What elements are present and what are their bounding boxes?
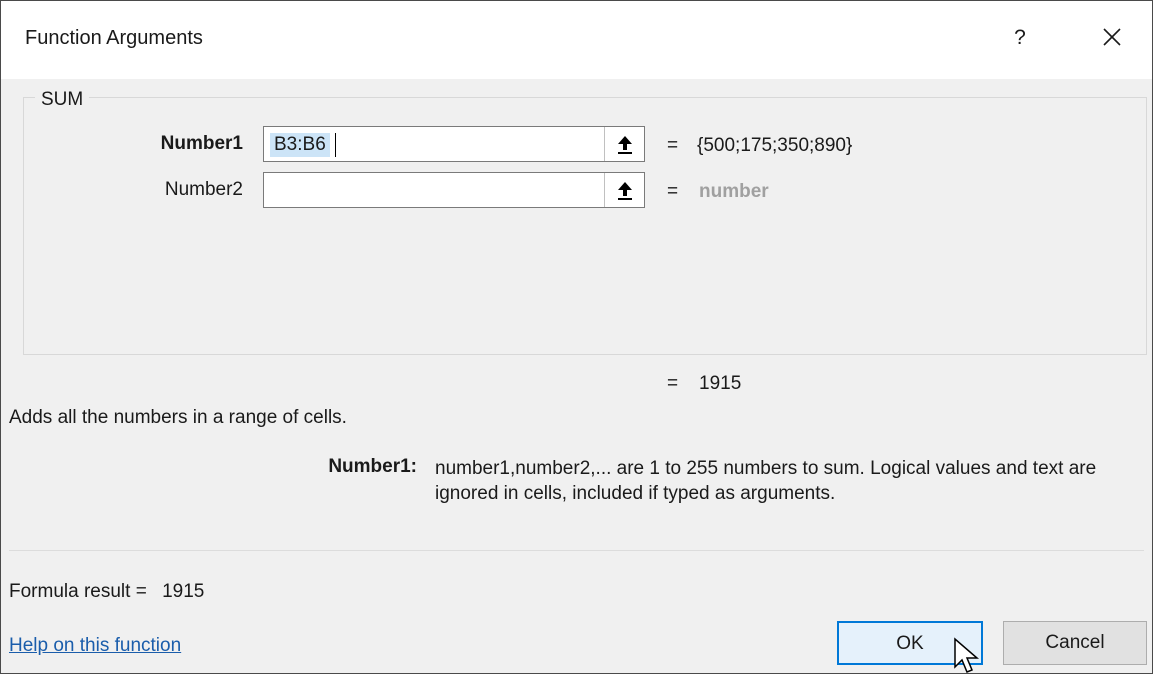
argument-help-label: Number1:	[328, 456, 417, 477]
function-name: SUM	[35, 89, 90, 111]
result-equals: =	[667, 373, 679, 394]
number1-input[interactable]: B3:B6	[263, 126, 645, 162]
number2-result: number	[699, 181, 769, 202]
function-description: Adds all the numbers in a range of cells…	[9, 407, 347, 428]
ok-button[interactable]: OK	[837, 621, 983, 665]
number1-equals: =	[667, 135, 679, 156]
number2-equals: =	[667, 181, 679, 202]
number1-result: {500;175;350;890}	[697, 135, 853, 156]
formula-result: Formula result = 1915	[9, 581, 204, 603]
number2-input[interactable]	[263, 172, 645, 208]
help-button[interactable]: ?	[1008, 23, 1032, 53]
collapse-arrow-icon	[618, 136, 632, 154]
result-value: 1915	[699, 373, 742, 394]
dialog-title: Function Arguments	[25, 27, 203, 49]
argument-help-text: number1,number2,... are 1 to 255 numbers…	[435, 458, 1097, 504]
collapse-arrow-icon	[618, 182, 632, 200]
number2-collapse-button[interactable]	[604, 173, 644, 207]
text-caret	[335, 133, 336, 157]
cancel-button[interactable]: Cancel	[1003, 621, 1147, 665]
help-on-function-link[interactable]: Help on this function	[9, 635, 181, 657]
formula-result-value: 1915	[162, 581, 205, 602]
number1-collapse-button[interactable]	[604, 127, 644, 161]
number1-label: Number1	[160, 133, 243, 154]
function-arguments-dialog: Function Arguments ? SUM Number1 B3:B6 =…	[0, 0, 1153, 674]
number2-value	[270, 179, 278, 203]
number1-value: B3:B6	[270, 133, 330, 157]
close-icon	[1103, 28, 1121, 46]
title-bar: Function Arguments ?	[1, 1, 1152, 79]
number2-label: Number2	[164, 179, 243, 200]
formula-result-label: Formula result =	[9, 581, 147, 602]
divider	[9, 550, 1144, 551]
close-button[interactable]	[1094, 19, 1130, 55]
